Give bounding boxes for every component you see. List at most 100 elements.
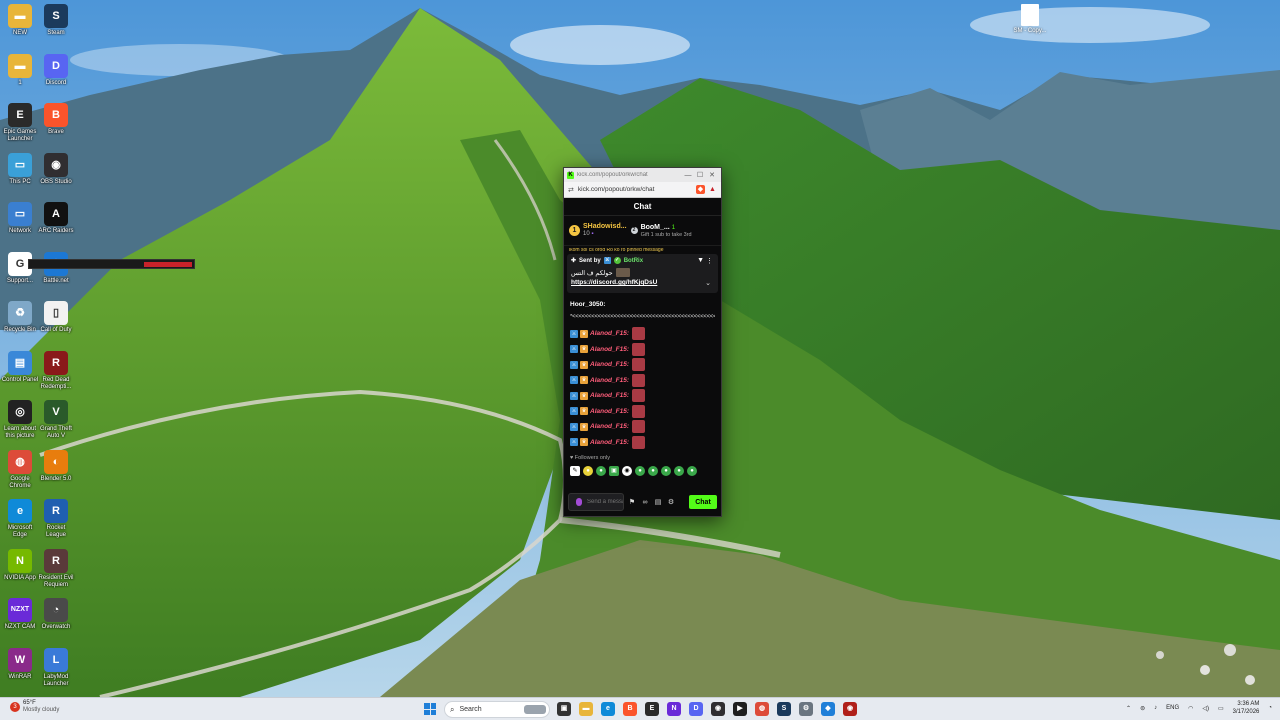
taskbar-app-obs-live-icon[interactable]: ◉	[843, 702, 857, 716]
pinned-message[interactable]: ✚ Sent by ⚔ ✓ BotRix ▼ ⋮ حولكم ف التس ht…	[567, 254, 718, 293]
chat-username[interactable]: Alanod_F15:	[590, 330, 629, 337]
weather-widget[interactable]: 3 65°F Mostly cloudy	[10, 700, 59, 714]
taskbar-app-brave-icon[interactable]: B	[623, 702, 637, 716]
gift-icon[interactable]: ⚑	[627, 498, 637, 506]
taskbar-app-vs-code-icon[interactable]: ◆	[821, 702, 835, 716]
emote-icon[interactable]: ●	[687, 466, 697, 476]
microphone-icon[interactable]	[576, 498, 582, 506]
desktop-icon-label: NZXT CAM	[4, 624, 36, 630]
taskbar-app-obs-icon[interactable]: ◉	[711, 702, 725, 716]
desktop-icon[interactable]: ♻ Recycle Bin	[0, 301, 40, 334]
emote-icon[interactable]: ●	[596, 466, 606, 476]
emote-icon[interactable]: ●	[583, 466, 593, 476]
chat-username[interactable]: Alanod_F15:	[590, 423, 629, 430]
chevron-up-icon[interactable]: ⌃	[1126, 705, 1131, 712]
emote-icon[interactable]: ◉	[622, 466, 632, 476]
warning-icon[interactable]: ▲	[708, 185, 717, 194]
mic-icon[interactable]: ♪	[1154, 705, 1157, 711]
desktop-icon[interactable]: D Discord	[36, 53, 76, 87]
desktop-icon[interactable]: ◍ Google Chrome	[0, 449, 40, 490]
chat-header: Chat	[564, 198, 721, 216]
volume-icon[interactable]: ◁)	[1202, 705, 1209, 712]
desktop-icon-label: Call of Duty	[40, 327, 72, 333]
desktop-icon[interactable]: W WinRAR	[0, 647, 40, 681]
bot-badge-icon: ✓	[613, 257, 621, 264]
chat-username[interactable]: Alanod_F15:	[590, 392, 629, 399]
notification-bell-icon[interactable]: ◔	[1268, 705, 1272, 711]
taskbar-app-settings-icon[interactable]: ⚙	[799, 702, 813, 716]
brave-shield-icon[interactable]: ◆	[696, 185, 705, 194]
minimize-button[interactable]: —	[682, 172, 694, 179]
taskbar-app-file-explorer-icon[interactable]: ▬	[579, 702, 593, 716]
desktop-icon[interactable]: ◉ OBS Studio	[36, 152, 76, 186]
desktop-icon[interactable]: NZXT NZXT CAM	[0, 598, 40, 631]
taskbar-app-nzxt-icon[interactable]: N	[667, 702, 681, 716]
desktop-icon[interactable]: L LabyMod Launcher	[36, 647, 76, 688]
taskbar-app-task-view-icon[interactable]: ▣	[557, 702, 571, 716]
desktop-icon[interactable]: R Red Dead Redempti...	[36, 350, 76, 391]
desktop-icon[interactable]: V Grand Theft Auto V	[36, 400, 76, 440]
desktop-icon[interactable]: ◎ Learn about this picture	[0, 400, 40, 440]
clock[interactable]: 3:36 AM 3/17/2026	[1233, 700, 1260, 716]
emote-icon[interactable]: ▣	[609, 466, 619, 476]
chat-username[interactable]: Hoor_3050:	[570, 301, 715, 308]
wifi-icon[interactable]: ◠	[1188, 705, 1193, 712]
store-icon[interactable]: ▤	[653, 498, 663, 506]
desktop-file-icon[interactable]: SM - Copy...	[1010, 4, 1050, 34]
chat-username[interactable]: Alanod_F15:	[590, 346, 629, 353]
emote-icon[interactable]: ✎	[570, 466, 580, 476]
chat-username[interactable]: Alanod_F15:	[590, 377, 629, 384]
taskbar-app-discord-icon[interactable]: D	[689, 702, 703, 716]
emote-icon[interactable]: ●	[674, 466, 684, 476]
address-bar[interactable]: ⇄ kick.com/popout/orkw/chat ◆ ▲	[564, 182, 721, 198]
taskbar-search[interactable]: ⌕ Search	[444, 701, 550, 718]
desktop-icon[interactable]: ◐ Blender 5.0	[36, 449, 76, 483]
desktop-icon[interactable]: e Microsoft Edge	[0, 499, 40, 539]
pin-icon[interactable]: ▼	[697, 257, 704, 264]
desktop-icon[interactable]: ▤ Control Panel	[0, 350, 40, 384]
emote-icon[interactable]: ●	[661, 466, 671, 476]
top-gifter-first[interactable]: 1 SHadowisd... 10 ▪	[569, 223, 627, 238]
emote-icon[interactable]: ●	[635, 466, 645, 476]
desktop-icon[interactable]: B Brave	[36, 103, 76, 136]
taskbar-app-epic-icon[interactable]: E	[645, 702, 659, 716]
discord-link[interactable]: https://discord.gg/hfKjqDsU	[571, 279, 714, 286]
desktop-icon[interactable]: E Epic Games Launcher	[0, 103, 40, 143]
desktop-icon[interactable]: N NVIDIA App	[0, 548, 40, 582]
desktop-icon[interactable]: ▬ NEW	[0, 4, 40, 37]
network-icon[interactable]: ⊜	[1140, 705, 1145, 712]
desktop-icon[interactable]: A ARC Raiders	[36, 202, 76, 235]
window-titlebar[interactable]: K kick.com/popout/orkw/chat — ☐ ✕	[564, 168, 721, 182]
desktop-icon[interactable]: ▭ Network	[0, 202, 40, 235]
taskbar-app-terminal-icon[interactable]: ▶	[733, 702, 747, 716]
desktop-icon[interactable]: ▭ This PC	[0, 152, 40, 186]
desktop-icon[interactable]: ▯ Call of Duty	[36, 301, 76, 334]
desktop-icon[interactable]: ▬ 1	[0, 53, 40, 87]
send-chat-button[interactable]: Chat	[689, 495, 717, 509]
desktop-icon[interactable]: R Rocket League	[36, 499, 76, 539]
top-gifter-second[interactable]: 2 BooM_... 1 Gift 1 sub to take 3rd	[630, 224, 692, 238]
url-text[interactable]: kick.com/popout/orkw/chat	[578, 186, 693, 193]
emote-icon[interactable]: ●	[648, 466, 658, 476]
desktop-icon-label: ARC Raiders	[38, 228, 74, 234]
infinity-icon[interactable]: ∞	[640, 499, 650, 506]
desktop-icon[interactable]: R Resident Evil Requiem	[36, 548, 76, 589]
chat-username[interactable]: Alanod_F15:	[590, 439, 629, 446]
chevron-down-icon[interactable]: ⌄	[705, 279, 711, 287]
chat-username[interactable]: Alanod_F15:	[590, 361, 629, 368]
start-button[interactable]	[424, 703, 436, 715]
more-options-icon[interactable]: ⋮	[706, 257, 713, 265]
desktop-icon[interactable]: S Steam	[36, 4, 76, 37]
settings-gear-icon[interactable]: ⚙	[666, 498, 676, 506]
site-info-icon[interactable]: ⇄	[568, 186, 574, 194]
close-button[interactable]: ✕	[706, 171, 718, 179]
language-indicator[interactable]: ENG	[1166, 705, 1179, 711]
taskbar-app-chrome-icon[interactable]: ◍	[755, 702, 769, 716]
desktop-icon[interactable]: ◔ Overwatch	[36, 598, 76, 631]
taskbar-app-steam-icon[interactable]: S	[777, 702, 791, 716]
battery-icon[interactable]: ▭	[1218, 705, 1224, 712]
chat-username[interactable]: Alanod_F15:	[590, 408, 629, 415]
app-icon: ♻	[8, 301, 32, 325]
taskbar-app-edge-icon[interactable]: e	[601, 702, 615, 716]
maximize-button[interactable]: ☐	[694, 171, 706, 179]
